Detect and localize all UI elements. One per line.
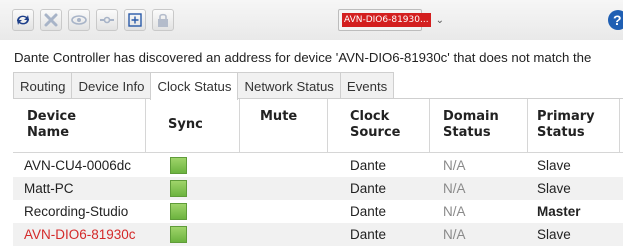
clock-source-cell: Dante [350, 227, 387, 242]
header-clock-source[interactable]: Clock Source [350, 109, 400, 141]
domain-status-cell: N/A [443, 204, 466, 219]
refresh-button[interactable] [12, 9, 34, 31]
primary-status-cell: Slave [537, 227, 571, 242]
table-header: Device Name Sync Mute Clock Source Domai… [13, 99, 623, 153]
domain-status-cell: N/A [443, 181, 466, 196]
tab-bar: Routing Device Info Clock Status Network… [13, 72, 395, 100]
tab-routing[interactable]: Routing [13, 72, 73, 99]
primary-status-cell: Slave [537, 158, 571, 173]
sync-indicator [170, 157, 187, 174]
tools-icon [44, 13, 58, 27]
clock-source-cell: Dante [350, 181, 387, 196]
tab-device-info[interactable]: Device Info [71, 72, 152, 99]
connect-icon [100, 16, 114, 24]
sync-indicator [170, 226, 187, 243]
lock-icon [158, 13, 168, 27]
toolbar: AVN-DIO6-81930... ⌄ ? [0, 0, 623, 40]
column-divider [145, 99, 146, 153]
clock-source-cell: Dante [350, 158, 387, 173]
help-icon[interactable]: ? [608, 10, 623, 30]
connect-button[interactable] [96, 9, 118, 31]
header-sync[interactable]: Sync [168, 117, 203, 133]
tab-clock-status[interactable]: Clock Status [150, 72, 239, 100]
header-domain-status[interactable]: Domain Status [443, 109, 499, 141]
lock-button[interactable] [152, 9, 174, 31]
tab-events[interactable]: Events [339, 72, 395, 99]
device-selector[interactable]: AVN-DIO6-81930... ⌄ [338, 9, 444, 31]
plus-box-icon [128, 13, 142, 27]
clock-status-table: Device Name Sync Mute Clock Source Domai… [13, 99, 623, 246]
sync-indicator [170, 180, 187, 197]
column-divider [619, 99, 620, 153]
refresh-icon [17, 15, 29, 25]
chevron-down-icon: ⌄ [435, 14, 444, 26]
column-divider [239, 99, 240, 153]
device-name-cell[interactable]: Recording-Studio [24, 203, 128, 220]
primary-status-cell: Slave [537, 181, 571, 196]
table-row[interactable]: Matt-PC Dante N/A Slave [13, 177, 623, 200]
add-button[interactable] [124, 9, 146, 31]
primary-status-cell: Master [537, 204, 581, 219]
domain-status-cell: N/A [443, 227, 466, 242]
discovery-message: Dante Controller has discovered an addre… [14, 50, 592, 65]
header-primary-status[interactable]: Primary Status [537, 109, 595, 141]
domain-status-cell: N/A [443, 158, 466, 173]
table-row[interactable]: AVN-CU4-0006dc Dante N/A Slave [13, 154, 623, 177]
header-device-name[interactable]: Device Name [27, 109, 76, 141]
column-divider [429, 99, 430, 153]
column-divider [527, 99, 528, 153]
device-name-cell[interactable]: Matt-PC [24, 180, 74, 197]
column-divider [327, 99, 328, 153]
device-name-cell[interactable]: AVN-CU4-0006dc [24, 157, 131, 174]
eye-icon [71, 15, 87, 25]
header-mute[interactable]: Mute [260, 109, 297, 125]
clock-source-cell: Dante [350, 204, 387, 219]
view-button[interactable] [68, 9, 90, 31]
tab-network-status[interactable]: Network Status [237, 72, 341, 99]
sync-indicator [170, 203, 187, 220]
table-row[interactable]: Recording-Studio Dante N/A Master [13, 200, 623, 223]
device-name-cell[interactable]: AVN-DIO6-81930c [24, 226, 136, 243]
tools-button[interactable] [40, 9, 62, 31]
table-row[interactable]: AVN-DIO6-81930c Dante N/A Slave [13, 223, 623, 246]
device-selector-value: AVN-DIO6-81930... [342, 13, 431, 27]
